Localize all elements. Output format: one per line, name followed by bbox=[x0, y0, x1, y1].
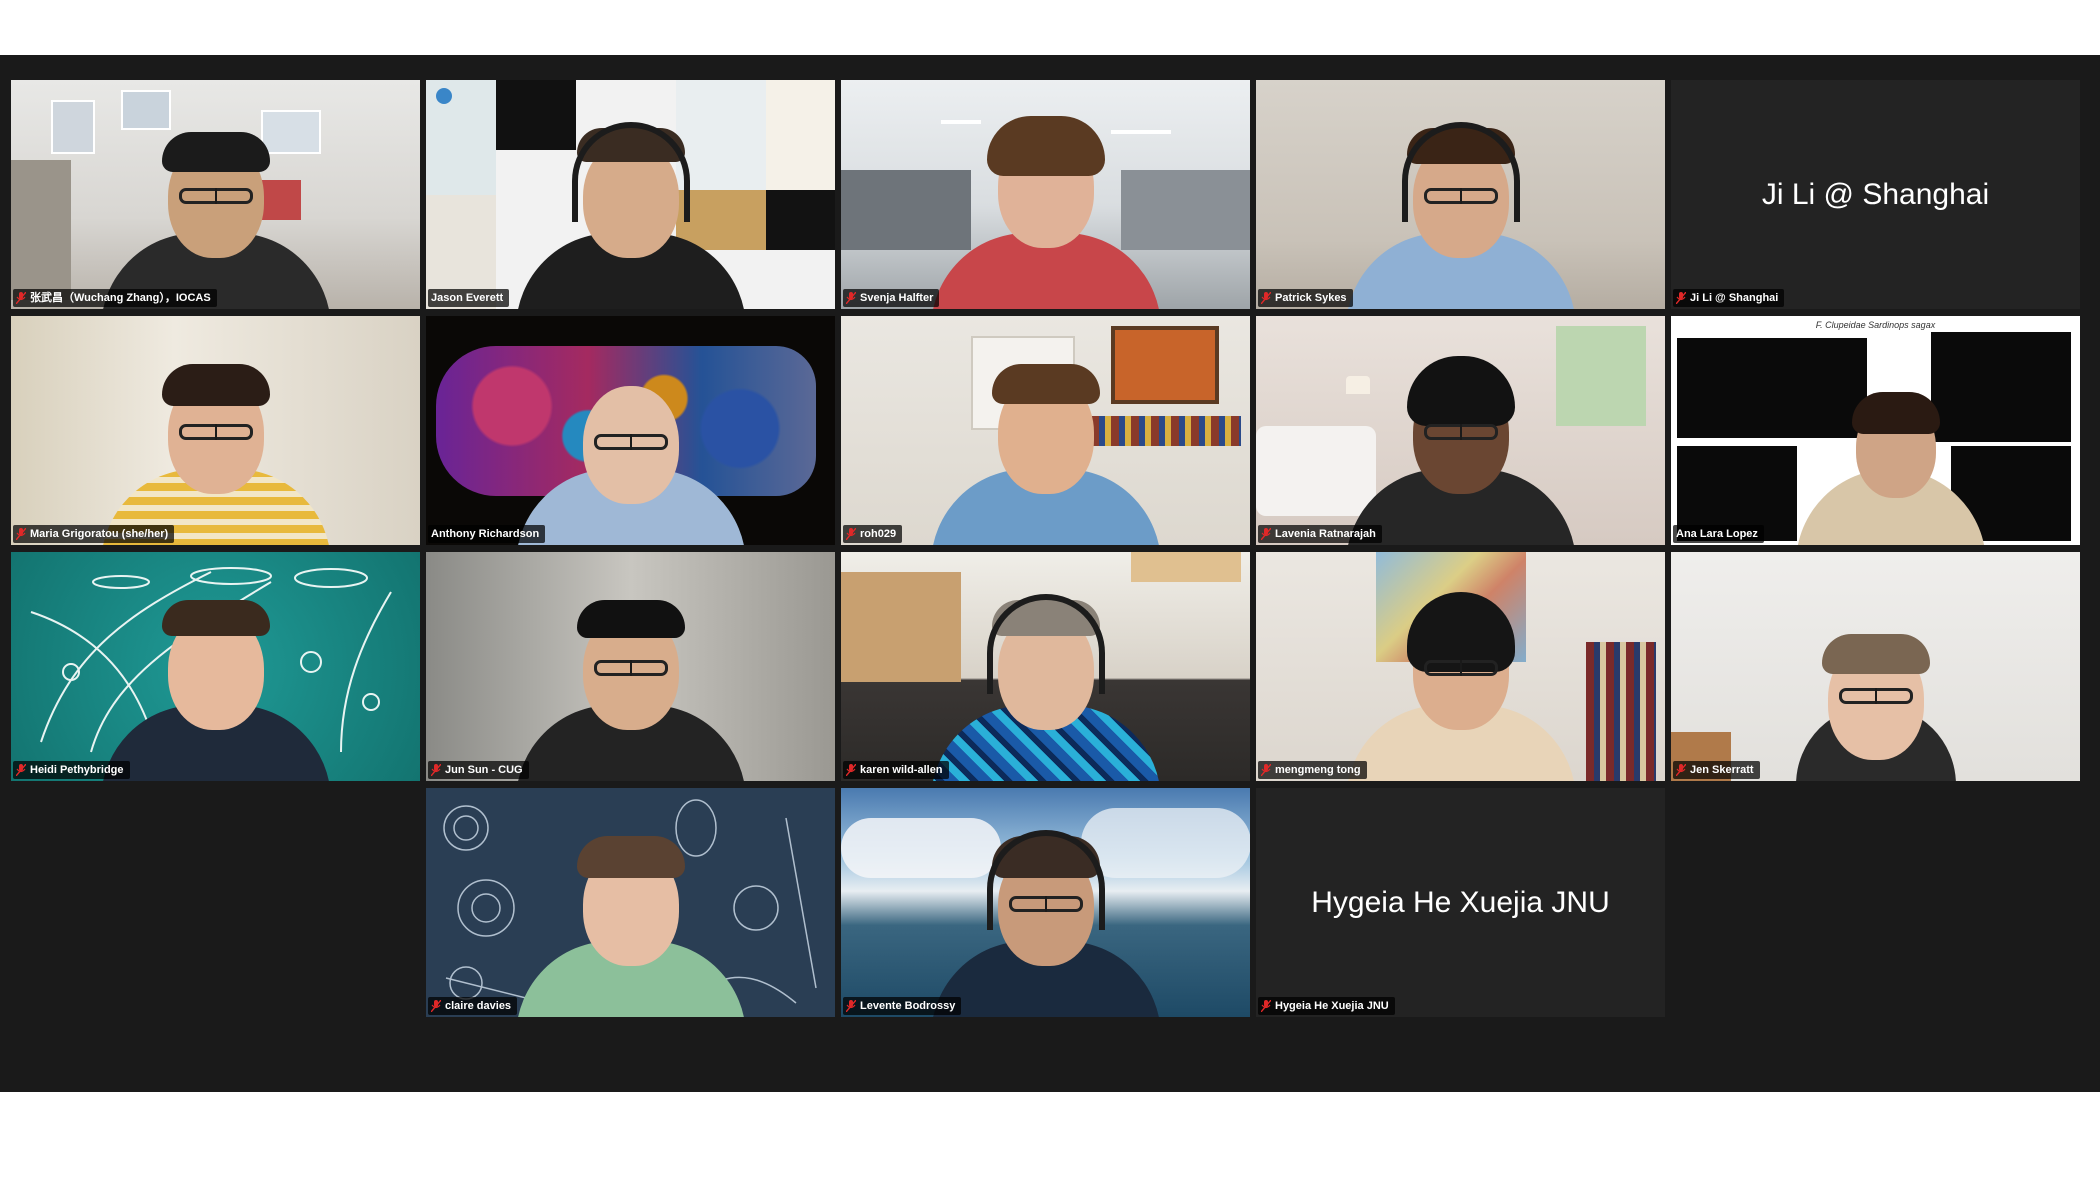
participant-name: karen wild-allen bbox=[860, 764, 943, 776]
participant-name-tag: 张武昌（Wuchang Zhang），IOCAS bbox=[13, 289, 217, 307]
participant-display-name: Hygeia He Xuejia JNU bbox=[1311, 885, 1610, 919]
participant-name-tag: Maria Grigoratou (she/her) bbox=[13, 525, 175, 543]
participant-name: Lavenia Ratnarajah bbox=[1275, 528, 1376, 540]
participant-name-tag: Jason Everett bbox=[428, 289, 510, 307]
participant-name-tag: Jun Sun - CUG bbox=[428, 761, 529, 779]
participant-tile-svenja-halfter[interactable]: Svenja Halfter bbox=[841, 80, 1250, 309]
participant-video: F. Clupeidae Sardinops sagax bbox=[1671, 316, 2080, 545]
plankton-illustration bbox=[443, 799, 817, 1004]
participant-name-tag: roh029 bbox=[843, 525, 903, 543]
mic-muted-icon bbox=[846, 1000, 856, 1012]
participant-name: Hygeia He Xuejia JNU bbox=[1275, 1000, 1389, 1012]
participant-name: Ji Li @ Shanghai bbox=[1690, 292, 1779, 304]
participant-video bbox=[1256, 552, 1665, 781]
participant-name-tag: Svenja Halfter bbox=[843, 289, 940, 307]
participant-name: Jun Sun - CUG bbox=[445, 764, 523, 776]
participant-tile-lavenia-ratnarajah[interactable]: Lavenia Ratnarajah bbox=[1256, 316, 1665, 545]
participant-name: Jen Skerratt bbox=[1690, 764, 1754, 776]
participant-tile-jen-skerratt[interactable]: Jen Skerratt bbox=[1671, 552, 2080, 781]
background-caption: F. Clupeidae Sardinops sagax bbox=[1815, 320, 1936, 330]
participant-name: Heidi Pethybridge bbox=[30, 764, 124, 776]
participant-name-tag: Jen Skerratt bbox=[1673, 761, 1760, 779]
participant-name: mengmeng tong bbox=[1275, 764, 1361, 776]
participant-video bbox=[11, 552, 420, 781]
participant-name-tag: mengmeng tong bbox=[1258, 761, 1367, 779]
mic-muted-icon bbox=[431, 1000, 441, 1012]
participant-video bbox=[1256, 80, 1665, 309]
participant-name: claire davies bbox=[445, 1000, 512, 1012]
participant-video bbox=[426, 788, 835, 1017]
participant-tile-patrick-sykes[interactable]: Patrick Sykes bbox=[1256, 80, 1665, 309]
participant-name-tag: Ana Lara Lopez bbox=[1673, 525, 1764, 543]
participant-name: Jason Everett bbox=[431, 292, 504, 304]
participant-video bbox=[11, 80, 420, 309]
participant-name-tag: Heidi Pethybridge bbox=[13, 761, 130, 779]
participant-video bbox=[426, 552, 835, 781]
participant-name: Patrick Sykes bbox=[1275, 292, 1347, 304]
participant-name-tag: Anthony Richardson bbox=[428, 525, 546, 543]
mic-muted-icon bbox=[846, 764, 856, 776]
mic-muted-icon bbox=[1261, 528, 1271, 540]
mic-muted-icon bbox=[1261, 1000, 1271, 1012]
participant-video bbox=[1671, 552, 2080, 781]
participant-name-tag: claire davies bbox=[428, 997, 518, 1015]
participant-name: Ana Lara Lopez bbox=[1676, 528, 1758, 540]
mic-muted-icon bbox=[16, 528, 26, 540]
participant-name-tag: Lavenia Ratnarajah bbox=[1258, 525, 1382, 543]
mic-muted-icon bbox=[1676, 764, 1686, 776]
mic-muted-icon bbox=[846, 292, 856, 304]
participant-name-tag: Levente Bodrossy bbox=[843, 997, 962, 1015]
participant-tile-wuchang-zhang[interactable]: 张武昌（Wuchang Zhang），IOCAS bbox=[11, 80, 420, 309]
mic-muted-icon bbox=[431, 764, 441, 776]
participant-video bbox=[841, 316, 1250, 545]
participant-tile-hygeia-he[interactable]: Hygeia He Xuejia JNU Hygeia He Xuejia JN… bbox=[1256, 788, 1665, 1017]
food-web-illustration bbox=[30, 567, 392, 753]
participant-tile-claire-davies[interactable]: claire davies bbox=[426, 788, 835, 1017]
mic-muted-icon bbox=[1261, 292, 1271, 304]
participant-tile-roh029[interactable]: roh029 bbox=[841, 316, 1250, 545]
participant-name-tag: karen wild-allen bbox=[843, 761, 949, 779]
mic-muted-icon bbox=[16, 764, 26, 776]
participant-tile-ana-lara-lopez[interactable]: F. Clupeidae Sardinops sagax Ana Lara Lo… bbox=[1671, 316, 2080, 545]
mic-muted-icon bbox=[846, 528, 856, 540]
participant-name: Svenja Halfter bbox=[860, 292, 934, 304]
participant-name: Anthony Richardson bbox=[431, 528, 540, 540]
participant-display-name: Ji Li @ Shanghai bbox=[1761, 177, 1990, 211]
participant-tile-jason-everett[interactable]: Jason Everett bbox=[426, 80, 835, 309]
participant-name-tag: Hygeia He Xuejia JNU bbox=[1258, 997, 1395, 1015]
participant-video bbox=[841, 80, 1250, 309]
participant-tile-jun-sun[interactable]: Jun Sun - CUG bbox=[426, 552, 835, 781]
mic-muted-icon bbox=[16, 292, 26, 304]
participant-name: 张武昌（Wuchang Zhang），IOCAS bbox=[30, 292, 211, 304]
participant-tile-levente-bodrossy[interactable]: Levente Bodrossy bbox=[841, 788, 1250, 1017]
participant-name: Maria Grigoratou (she/her) bbox=[30, 528, 169, 540]
participant-video bbox=[841, 788, 1250, 1017]
participant-name-tag: Ji Li @ Shanghai bbox=[1673, 289, 1785, 307]
participant-video bbox=[426, 80, 835, 309]
participant-video bbox=[841, 552, 1250, 781]
participant-video bbox=[1256, 316, 1665, 545]
participant-tile-anthony-richardson[interactable]: Anthony Richardson bbox=[426, 316, 835, 545]
participant-tile-ji-li[interactable]: Ji Li @ Shanghai Ji Li @ Shanghai bbox=[1671, 80, 2080, 309]
mic-muted-icon bbox=[1676, 292, 1686, 304]
participant-video bbox=[11, 316, 420, 545]
participant-name: roh029 bbox=[860, 528, 897, 540]
participant-tile-heidi-pethybridge[interactable]: Heidi Pethybridge bbox=[11, 552, 420, 781]
mic-muted-icon bbox=[1261, 764, 1271, 776]
participant-tile-karen-wild-allen[interactable]: karen wild-allen bbox=[841, 552, 1250, 781]
participant-tile-mengmeng-tong[interactable]: mengmeng tong bbox=[1256, 552, 1665, 781]
participant-name-tag: Patrick Sykes bbox=[1258, 289, 1353, 307]
meeting-gallery-view: 张武昌（Wuchang Zhang），IOCAS Jason Everett S… bbox=[0, 55, 2100, 1092]
participant-name: Levente Bodrossy bbox=[860, 1000, 956, 1012]
participant-video bbox=[426, 316, 835, 545]
participant-tile-maria-grigoratou[interactable]: Maria Grigoratou (she/her) bbox=[11, 316, 420, 545]
